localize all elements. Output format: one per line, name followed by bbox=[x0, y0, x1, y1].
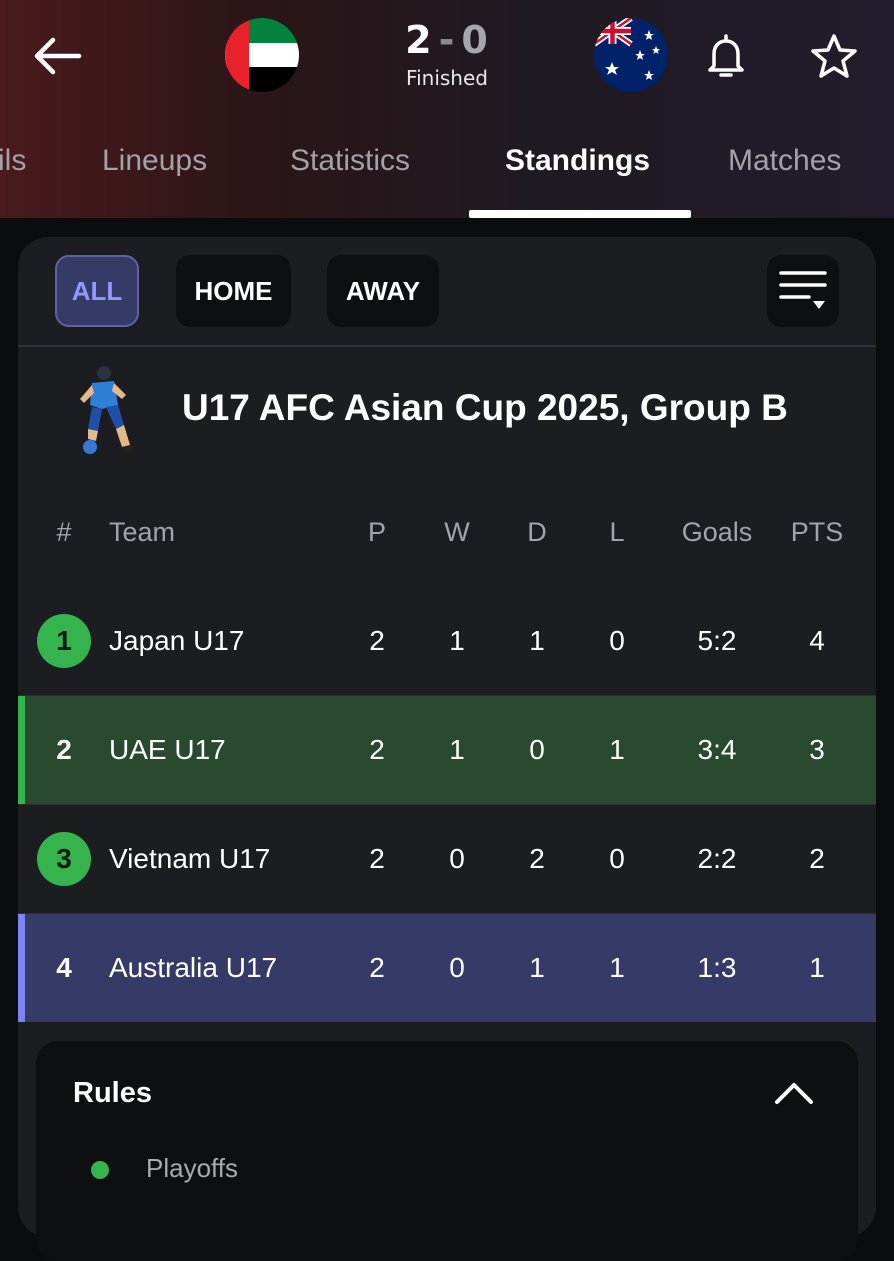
playoffs-legend-dot bbox=[91, 1161, 109, 1179]
away-score: 0 bbox=[461, 18, 489, 62]
active-tab-indicator bbox=[469, 210, 691, 218]
position-number: 4 bbox=[56, 952, 72, 983]
position-cell: 4 bbox=[36, 914, 92, 1022]
match-header: 2-0 Finished ils Lineups Statistics Stan… bbox=[0, 0, 894, 218]
points-value: 4 bbox=[809, 625, 825, 656]
australia-flag-icon[interactable] bbox=[594, 18, 668, 92]
rules-panel: Rules Playoffs bbox=[36, 1041, 858, 1261]
rules-collapse-button[interactable] bbox=[766, 1065, 822, 1121]
rules-title: Rules bbox=[73, 1077, 152, 1109]
competition-title: U17 AFC Asian Cup 2025, Group B bbox=[182, 387, 788, 428]
team-name: Vietnam U17 bbox=[109, 843, 271, 874]
draws-value: 2 bbox=[529, 843, 545, 874]
position-cell: 3 bbox=[36, 805, 92, 913]
draws-value: 0 bbox=[529, 734, 545, 765]
draws-value: 1 bbox=[529, 625, 545, 656]
match-status: Finished bbox=[406, 66, 488, 90]
filter-divider bbox=[18, 345, 876, 347]
table-row[interactable]: 4 Australia U17 2 0 1 1 1:3 1 bbox=[18, 914, 876, 1022]
draws-value: 1 bbox=[529, 952, 545, 983]
played-value: 2 bbox=[369, 843, 385, 874]
tab-lineups[interactable]: Lineups bbox=[102, 144, 207, 178]
score-separator: - bbox=[438, 18, 456, 62]
played-value: 2 bbox=[369, 952, 385, 983]
position-number: 2 bbox=[56, 734, 72, 765]
goals-value: 2:2 bbox=[697, 843, 737, 874]
match-tabs: ils Lineups Statistics Standings Matches bbox=[0, 130, 894, 218]
playoffs-legend-label: Playoffs bbox=[146, 1153, 239, 1183]
points-value: 3 bbox=[809, 734, 825, 765]
losses-value: 1 bbox=[609, 952, 625, 983]
wins-value: 0 bbox=[449, 843, 465, 874]
table-row[interactable]: 1 Japan U17 2 1 1 0 5:2 4 bbox=[18, 587, 876, 695]
header-position: # bbox=[56, 516, 72, 547]
header-wins: W bbox=[444, 516, 470, 547]
goals-value: 3:4 bbox=[697, 734, 737, 765]
losses-value: 0 bbox=[609, 625, 625, 656]
wins-value: 1 bbox=[449, 625, 465, 656]
header-draws: D bbox=[527, 516, 547, 547]
played-value: 2 bbox=[369, 734, 385, 765]
position-badge: 3 bbox=[37, 832, 91, 886]
match-score: 2-0 bbox=[347, 18, 547, 62]
points-value: 1 bbox=[809, 952, 825, 983]
position-badge: 1 bbox=[37, 614, 91, 668]
arrow-left-icon bbox=[34, 37, 82, 75]
tab-statistics[interactable]: Statistics bbox=[290, 144, 410, 178]
tab-details[interactable]: ils bbox=[0, 144, 26, 178]
header-team: Team bbox=[109, 516, 176, 547]
favorite-button[interactable] bbox=[806, 28, 862, 84]
filter-away-button[interactable]: AWAY bbox=[327, 255, 439, 327]
points-value: 2 bbox=[809, 843, 825, 874]
uae-flag-icon[interactable] bbox=[225, 18, 299, 92]
table-row[interactable]: 3 Vietnam U17 2 0 2 0 2:2 2 bbox=[18, 805, 876, 913]
bell-icon bbox=[708, 34, 744, 77]
team-name: Australia U17 bbox=[109, 952, 278, 983]
sort-button[interactable] bbox=[767, 255, 839, 327]
tab-standings[interactable]: Standings bbox=[505, 144, 650, 178]
standings-card: ALL HOME AWAY U17 AFC Asian Cup 2025, Gr… bbox=[18, 237, 876, 1261]
back-button[interactable] bbox=[30, 28, 86, 84]
star-icon bbox=[811, 34, 857, 78]
standings-table-header: # Team P W D L Goals PTS bbox=[18, 507, 876, 557]
played-value: 2 bbox=[369, 625, 385, 656]
tab-matches[interactable]: Matches bbox=[728, 144, 841, 178]
wins-value: 1 bbox=[449, 734, 465, 765]
chevron-up-icon bbox=[775, 1083, 813, 1104]
filter-all-button[interactable]: ALL bbox=[55, 255, 139, 327]
team-name: UAE U17 bbox=[109, 734, 226, 765]
filter-home-button[interactable]: HOME bbox=[176, 255, 291, 327]
notifications-button[interactable] bbox=[698, 28, 754, 84]
header-points: PTS bbox=[790, 516, 844, 547]
losses-value: 1 bbox=[609, 734, 625, 765]
competition-logo bbox=[62, 365, 142, 457]
sort-list-icon bbox=[779, 271, 827, 309]
header-played: P bbox=[367, 516, 386, 547]
header-losses: L bbox=[609, 516, 625, 547]
header-goals: Goals bbox=[681, 516, 753, 547]
goals-value: 5:2 bbox=[697, 625, 737, 656]
table-row[interactable]: 2 UAE U17 2 1 0 1 3:4 3 bbox=[18, 696, 876, 804]
home-score: 2 bbox=[405, 18, 433, 62]
wins-value: 0 bbox=[449, 952, 465, 983]
losses-value: 0 bbox=[609, 843, 625, 874]
team-name: Japan U17 bbox=[109, 625, 245, 656]
position-cell: 1 bbox=[36, 587, 92, 695]
position-cell: 2 bbox=[36, 696, 92, 804]
goals-value: 1:3 bbox=[697, 952, 737, 983]
